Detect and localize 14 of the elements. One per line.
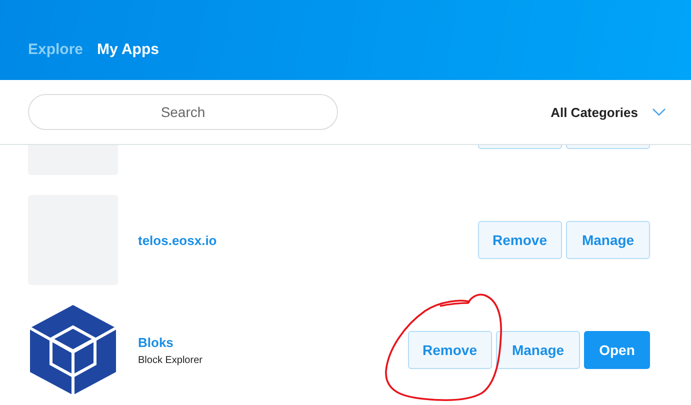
action-button[interactable]: Manage	[496, 331, 580, 369]
cube-icon	[28, 304, 118, 396]
category-dropdown[interactable]: All Categories	[550, 104, 666, 120]
nav-tab[interactable]: Explore	[24, 39, 90, 60]
search-field[interactable]: Search	[28, 94, 338, 130]
action-button[interactable]: Manage	[566, 221, 650, 259]
app-name[interactable]: Bloks	[138, 334, 408, 350]
chevron-icon	[652, 108, 666, 116]
nav-tab[interactable]: My Apps	[93, 39, 165, 60]
action-button[interactable]: Remove	[478, 221, 562, 259]
action-button[interactable]: Open	[584, 331, 650, 369]
app-name[interactable]: telos.eosx.io	[138, 232, 478, 248]
action-button[interactable]: Remove	[408, 331, 492, 369]
app-subtitle: Block Explorer	[138, 354, 204, 366]
